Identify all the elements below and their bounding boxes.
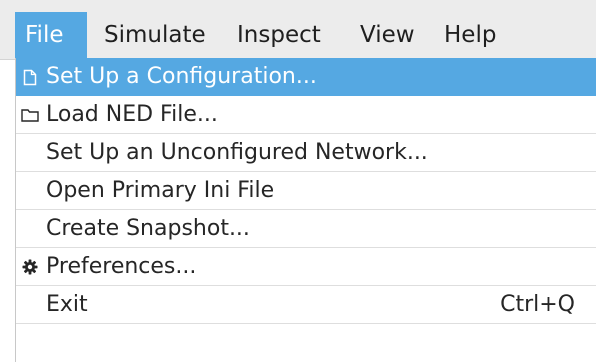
menu-view[interactable]: View: [350, 12, 428, 58]
menu-bar: File Simulate Inspect View Help: [0, 0, 596, 60]
menu-item-load-ned-file[interactable]: Load NED File...: [16, 96, 596, 134]
menu-item-open-primary-ini-file[interactable]: Open Primary Ini File: [16, 172, 596, 210]
menu-help[interactable]: Help: [434, 12, 510, 58]
menu-item-set-up-configuration[interactable]: Set Up a Configuration...: [16, 58, 596, 96]
file-menu-dropdown: Set Up a Configuration... Load NED File.…: [15, 58, 596, 362]
app-window: File Simulate Inspect View Help Set Up a…: [0, 0, 596, 362]
menu-simulate[interactable]: Simulate: [94, 12, 220, 58]
menu-item-label: Open Primary Ini File: [46, 178, 275, 203]
document-icon: [20, 58, 40, 96]
menu-item-label: Exit: [46, 292, 88, 317]
menu-item-label: Create Snapshot...: [46, 216, 250, 241]
menu-file[interactable]: File: [15, 12, 87, 58]
menu-inspect[interactable]: Inspect: [227, 12, 347, 58]
menu-item-label: Set Up an Unconfigured Network...: [46, 140, 428, 165]
folder-icon: [20, 96, 40, 134]
gear-icon: [20, 248, 40, 286]
menu-item-exit[interactable]: Exit Ctrl+Q: [16, 286, 596, 324]
menu-item-preferences[interactable]: Preferences...: [16, 248, 596, 286]
menu-item-label: Preferences...: [46, 254, 197, 279]
menu-item-label: Load NED File...: [46, 102, 218, 127]
menu-item-label: Set Up a Configuration...: [46, 64, 317, 89]
menu-item-create-snapshot[interactable]: Create Snapshot...: [16, 210, 596, 248]
menu-item-set-up-unconfigured-network[interactable]: Set Up an Unconfigured Network...: [16, 134, 596, 172]
shortcut-label: Ctrl+Q: [500, 292, 575, 317]
